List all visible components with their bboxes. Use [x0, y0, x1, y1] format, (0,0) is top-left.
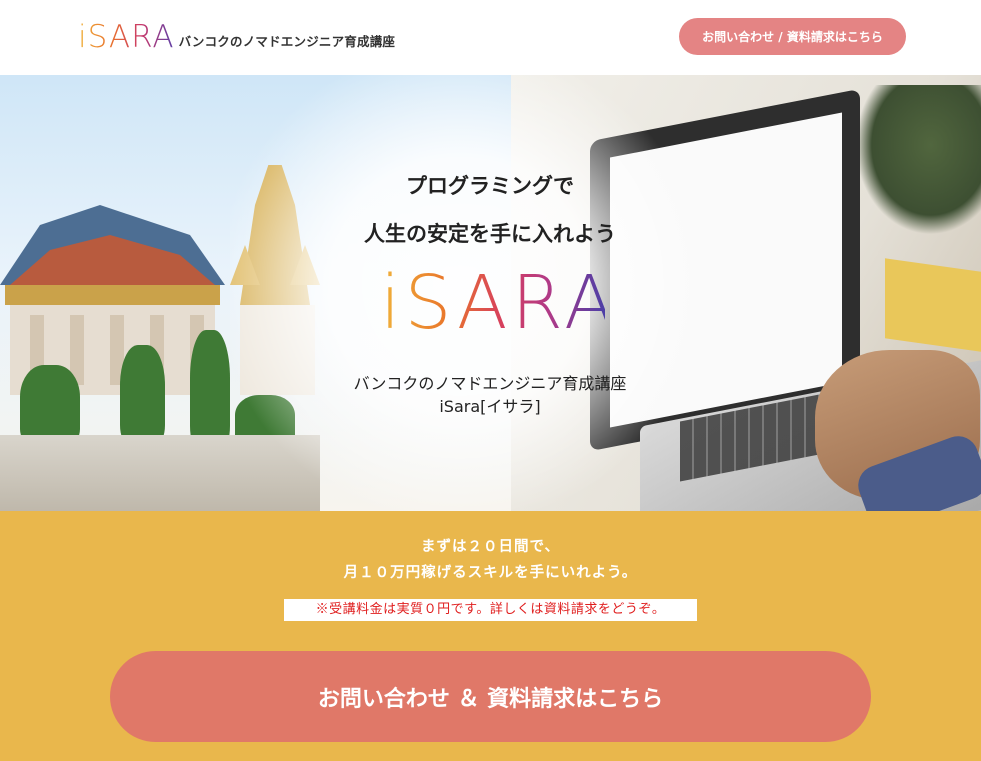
plant-decoration [855, 85, 981, 235]
hero-headline-line2: 人生の安定を手に入れよう [364, 222, 616, 246]
logo-mark: iSARA [78, 19, 175, 55]
hedge-1 [20, 365, 80, 445]
hedge-2 [120, 345, 165, 445]
header-contact-button[interactable]: お問い合わせ / 資料請求はこちら [679, 18, 906, 55]
site-logo[interactable]: iSARA バンコクのノマドエンジニア育成講座 [78, 19, 396, 55]
hero-brand-logo: iSARA [380, 260, 619, 346]
cta-section: まずは２０日間で、 月１０万円稼げるスキルを手にいれよう。 ※受講料金は実質０円… [0, 511, 981, 761]
logo-tagline: バンコクのノマドエンジニア育成講座 [178, 34, 396, 49]
hedge-3 [190, 330, 230, 450]
cta-message-line2: 月１０万円稼げるスキルを手にいれよう。 [343, 565, 638, 581]
contact-request-button[interactable]: お問い合わせ ＆ 資料請求はこちら [110, 651, 871, 742]
cta-message-line1: まずは２０日間で、 [421, 539, 560, 555]
books-decoration [885, 258, 981, 352]
hero-banner: プログラミングで 人生の安定を手に入れよう iSARA バンコクのノマドエンジニ… [0, 75, 981, 511]
hero-school-name-sub: iSara[イサラ] [439, 397, 541, 416]
hero-school-name: バンコクのノマドエンジニア育成講座 [353, 374, 627, 393]
fee-notice: ※受講料金は実質０円です。詳しくは資料請求をどうぞ。 [284, 599, 697, 621]
hero-headline-line1: プログラミングで [406, 174, 574, 198]
site-header: iSARA バンコクのノマドエンジニア育成講座 お問い合わせ / 資料請求はこち… [0, 0, 981, 75]
